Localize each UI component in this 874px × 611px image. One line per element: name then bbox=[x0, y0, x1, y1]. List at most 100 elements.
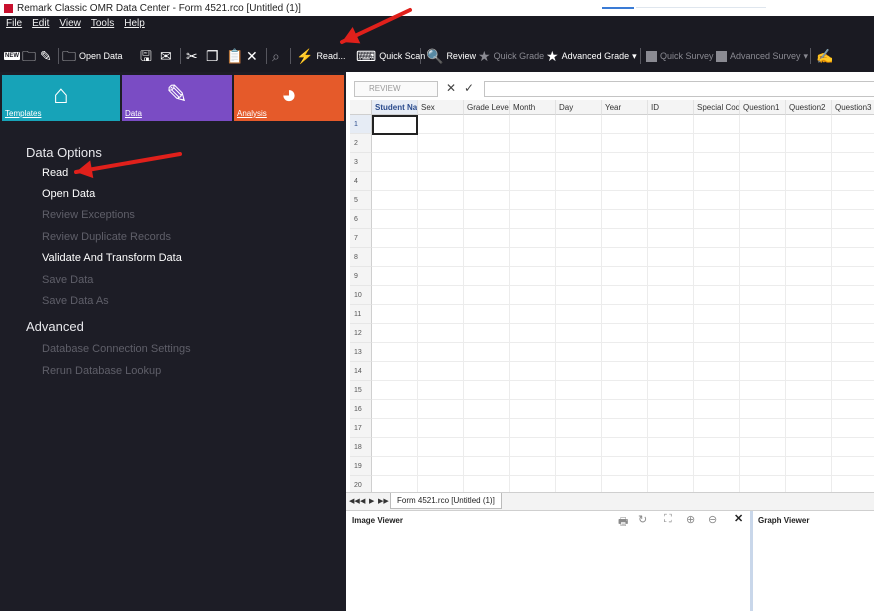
row-header[interactable]: 15 bbox=[350, 381, 372, 400]
zoom-in-icon[interactable]: ⊕ bbox=[686, 513, 695, 526]
row-header[interactable]: 14 bbox=[350, 362, 372, 381]
option-open-data[interactable]: Open Data bbox=[42, 188, 95, 200]
column-header[interactable]: Year bbox=[602, 100, 648, 115]
grid-row-line bbox=[372, 228, 874, 229]
rotate-icon[interactable]: ↻ bbox=[638, 513, 647, 526]
left-panel: ⌂ Templates ✎ Data ◕ Analysis Data Optio… bbox=[0, 72, 346, 611]
next-sheet-icon[interactable]: ▶ bbox=[369, 497, 374, 505]
row-header[interactable]: 17 bbox=[350, 419, 372, 438]
delete-button[interactable]: ✕ bbox=[246, 48, 261, 64]
quick-survey-button[interactable]: Quick Survey bbox=[646, 48, 714, 64]
option-read[interactable]: Read bbox=[42, 167, 68, 179]
confirm-icon[interactable]: ✓ bbox=[464, 81, 474, 95]
advanced-grade-button[interactable]: ★ Advanced Grade ▾ bbox=[546, 48, 637, 64]
row-header[interactable]: 10 bbox=[350, 286, 372, 305]
prev-sheet-icon[interactable]: ◀ bbox=[360, 497, 365, 505]
first-sheet-icon[interactable]: ◀◀ bbox=[349, 497, 360, 505]
row-header[interactable]: 19 bbox=[350, 457, 372, 476]
review-icon: 🔍 bbox=[426, 48, 444, 64]
formula-input[interactable] bbox=[484, 81, 874, 97]
row-header[interactable]: 3 bbox=[350, 153, 372, 172]
column-header[interactable]: Question1 bbox=[740, 100, 786, 115]
copy-button[interactable]: ❐ bbox=[206, 48, 222, 64]
row-header[interactable]: 13 bbox=[350, 343, 372, 362]
row-header[interactable]: 1 bbox=[350, 115, 372, 134]
quick-scan-button[interactable]: ⌨ Quick Scan bbox=[356, 48, 425, 64]
search-icon: ⌕ bbox=[272, 48, 280, 64]
menu-help[interactable]: Help bbox=[124, 18, 145, 29]
row-header[interactable]: 5 bbox=[350, 191, 372, 210]
grid-row-line bbox=[372, 285, 874, 286]
toolbar-separator bbox=[420, 48, 421, 64]
bar-chart-icon bbox=[716, 50, 727, 62]
menu-tools[interactable]: Tools bbox=[91, 18, 114, 29]
option-db-connection[interactable]: Database Connection Settings bbox=[42, 343, 191, 355]
column-header[interactable]: Month bbox=[510, 100, 556, 115]
row-header[interactable]: 4 bbox=[350, 172, 372, 191]
column-header[interactable]: Grade Level bbox=[464, 100, 510, 115]
paste-button[interactable]: 📋 bbox=[226, 48, 246, 64]
menu-file[interactable]: File bbox=[6, 18, 22, 29]
pie-chart-icon: ◕ bbox=[281, 79, 297, 109]
email-button[interactable]: ✉ bbox=[160, 48, 175, 64]
title-accent-line bbox=[636, 7, 766, 8]
last-sheet-icon[interactable]: ▶▶ bbox=[378, 497, 389, 505]
option-review-exceptions[interactable]: Review Exceptions bbox=[42, 209, 135, 221]
row-header[interactable]: 16 bbox=[350, 400, 372, 419]
settings-button[interactable]: ✍ bbox=[816, 48, 836, 64]
zoom-out-icon[interactable]: ⊖ bbox=[708, 513, 717, 526]
sheet-tab[interactable]: Form 4521.rco [Untitled (1)] bbox=[390, 493, 502, 509]
analysis-tile[interactable]: ◕ Analysis bbox=[234, 75, 344, 121]
review-button[interactable]: 🔍 Review bbox=[426, 48, 476, 64]
open-template-button[interactable]: 🗀 bbox=[22, 48, 39, 64]
find-button[interactable]: ⌕ bbox=[272, 48, 283, 64]
new-button[interactable]: NEW bbox=[4, 48, 20, 64]
fit-icon[interactable]: ⛶ bbox=[664, 513, 672, 526]
menu-view[interactable]: View bbox=[59, 18, 81, 29]
data-label: Data bbox=[125, 109, 142, 118]
option-review-duplicates[interactable]: Review Duplicate Records bbox=[42, 231, 171, 243]
print-icon[interactable]: 🖶 bbox=[618, 513, 628, 532]
option-rerun-lookup[interactable]: Rerun Database Lookup bbox=[42, 365, 161, 377]
row-header[interactable]: 2 bbox=[350, 134, 372, 153]
column-header[interactable]: ID bbox=[648, 100, 694, 115]
save-button[interactable]: 🖫 bbox=[140, 48, 155, 64]
cut-button[interactable]: ✂ bbox=[186, 48, 201, 64]
bar-chart-icon bbox=[646, 50, 657, 62]
option-validate-transform[interactable]: Validate And Transform Data bbox=[42, 252, 182, 264]
column-header[interactable]: Question3 bbox=[832, 100, 874, 115]
read-button[interactable]: ⚡ Read... bbox=[296, 48, 345, 64]
row-header[interactable]: 11 bbox=[350, 305, 372, 324]
row-header[interactable]: 12 bbox=[350, 324, 372, 343]
column-header[interactable]: Sex bbox=[418, 100, 464, 115]
viewer-splitter[interactable] bbox=[750, 511, 753, 611]
close-icon[interactable]: ✕ bbox=[734, 512, 743, 525]
column-header[interactable]: Question2 bbox=[786, 100, 832, 115]
open-data-button[interactable]: 🗀 Open Data bbox=[62, 48, 123, 64]
grid-row-line bbox=[372, 247, 874, 248]
data-tile[interactable]: ✎ Data bbox=[122, 75, 232, 121]
grid-corner[interactable] bbox=[350, 100, 372, 115]
review-cell-button[interactable]: REVIEW bbox=[354, 81, 438, 97]
edit-button[interactable]: ✎ bbox=[40, 48, 55, 64]
column-header[interactable]: Student Nar bbox=[372, 100, 418, 115]
templates-tile[interactable]: ⌂ Templates bbox=[2, 75, 120, 121]
quick-grade-button[interactable]: ★ Quick Grade bbox=[478, 48, 544, 64]
active-cell[interactable] bbox=[372, 115, 418, 135]
menu-bar: File Edit View Tools Help bbox=[0, 16, 874, 30]
menu-edit[interactable]: Edit bbox=[32, 18, 49, 29]
cancel-icon[interactable]: ✕ bbox=[446, 81, 456, 95]
advanced-survey-button[interactable]: Advanced Survey ▾ bbox=[716, 48, 808, 64]
row-header[interactable]: 18 bbox=[350, 438, 372, 457]
star-icon: ★ bbox=[478, 48, 491, 64]
row-header[interactable]: 9 bbox=[350, 267, 372, 286]
option-save-data-as[interactable]: Save Data As bbox=[42, 295, 109, 307]
column-header[interactable]: Special Code bbox=[694, 100, 740, 115]
column-header[interactable]: Day bbox=[556, 100, 602, 115]
grid-column-line bbox=[601, 115, 602, 500]
grid-column-line bbox=[831, 115, 832, 500]
row-header[interactable]: 7 bbox=[350, 229, 372, 248]
option-save-data[interactable]: Save Data bbox=[42, 274, 93, 286]
row-header[interactable]: 6 bbox=[350, 210, 372, 229]
row-header[interactable]: 8 bbox=[350, 248, 372, 267]
